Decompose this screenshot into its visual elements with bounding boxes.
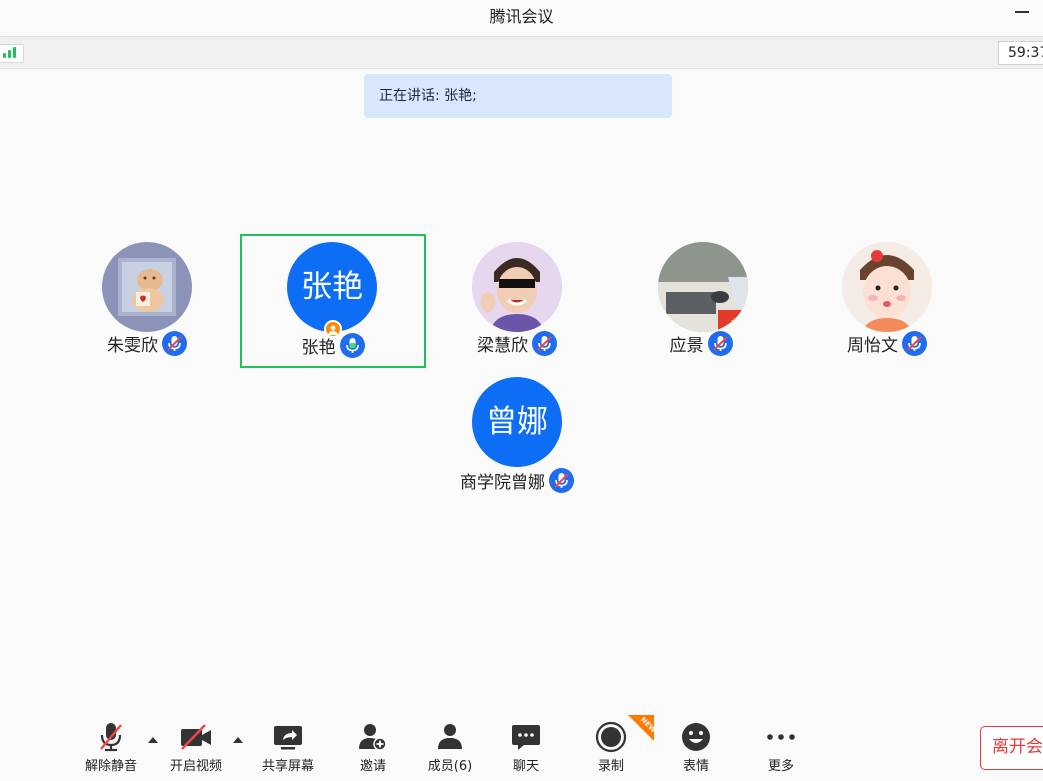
chat-button[interactable]: 聊天 <box>491 721 561 774</box>
muted-microphone-icon <box>76 721 146 753</box>
share-screen-label: 共享屏幕 <box>261 759 314 774</box>
participant-name: 商学院曾娜 <box>460 473 545 493</box>
meeting-window: 腾讯会议 59:37 正在讲话: 张艳; 朱雯欣 <box>0 0 1043 781</box>
baby-photo-icon <box>842 242 932 332</box>
invite-button[interactable]: 邀请 <box>338 721 408 774</box>
participant-tile[interactable]: 朱雯欣 <box>54 235 240 369</box>
network-signal-icon[interactable] <box>0 44 24 63</box>
participant-name: 应景 <box>669 336 704 356</box>
audio-options-caret[interactable] <box>147 735 159 745</box>
participant-name: 张艳 <box>301 338 336 358</box>
desk-photo-icon: ★ <box>658 242 748 332</box>
speaking-banner: 正在讲话: 张艳; <box>364 74 672 118</box>
participant-name-row: 朱雯欣 <box>54 331 240 356</box>
muted-mic-icon[interactable] <box>549 468 574 493</box>
letter-avatar: 曾娜 <box>472 377 562 467</box>
more-dots-icon <box>746 721 816 753</box>
participant-name: 朱雯欣 <box>107 336 158 356</box>
unmute-button[interactable]: 解除静音 <box>76 721 146 774</box>
chat-icon <box>491 721 561 753</box>
participant-name-row: 商学院曾娜 <box>424 468 610 493</box>
more-label: 更多 <box>767 759 794 774</box>
members-button[interactable]: 成员(6) <box>415 721 485 774</box>
reactions-button[interactable]: 表情 <box>661 721 731 774</box>
muted-mic-icon[interactable] <box>902 331 927 356</box>
minimize-button[interactable] <box>1013 2 1031 20</box>
participant-tile[interactable]: ★ 应景 <box>608 235 794 369</box>
meeting-timer: 59:37 <box>998 41 1043 65</box>
participant-name-row: 张艳 <box>242 333 424 358</box>
participant-tile[interactable]: 曾娜 商学院曾娜 <box>424 370 610 504</box>
muted-mic-icon[interactable] <box>532 331 557 356</box>
participant-tile[interactable]: 周怡文 <box>794 235 980 369</box>
person-sunglasses-photo-icon <box>472 242 562 332</box>
participant-name-row: 梁慧欣 <box>424 331 610 356</box>
add-user-icon <box>338 721 408 753</box>
reactions-label: 表情 <box>682 759 709 774</box>
new-badge-text: NEW <box>638 715 654 735</box>
active-mic-icon[interactable] <box>339 333 365 358</box>
participant-name-row: 应景 <box>608 331 794 356</box>
muted-mic-icon[interactable] <box>162 331 187 356</box>
start-video-label: 开启视频 <box>169 759 222 774</box>
video-options-caret[interactable] <box>232 735 244 745</box>
info-bar: 59:37 <box>0 36 1043 69</box>
participant-tile-active-speaker[interactable]: 张艳 张艳 <box>240 234 426 368</box>
chat-label: 聊天 <box>512 759 539 774</box>
window-title: 腾讯会议 <box>489 7 554 26</box>
record-label: 录制 <box>597 759 624 774</box>
video-off-icon <box>161 721 231 753</box>
muted-mic-icon[interactable] <box>707 331 733 356</box>
title-bar: 腾讯会议 <box>0 0 1043 36</box>
participant-tile[interactable]: 梁慧欣 <box>424 235 610 369</box>
sticker-photo-icon <box>102 242 192 332</box>
share-screen-button[interactable]: 共享屏幕 <box>253 721 323 774</box>
letter-avatar: 张艳 <box>287 242 377 332</box>
invite-label: 邀请 <box>359 759 386 774</box>
svg-text:★: ★ <box>730 317 738 327</box>
more-button[interactable]: 更多 <box>746 721 816 774</box>
participant-name: 周怡文 <box>847 336 898 356</box>
unmute-label: 解除静音 <box>84 759 137 774</box>
share-screen-icon <box>253 721 323 753</box>
meeting-toolbar: 解除静音 开启视频 共享屏幕 邀请 成员(6) 聊天 录制 NEW 表情 更多 <box>0 709 1043 781</box>
members-label: 成员(6) <box>427 759 473 774</box>
leave-meeting-button[interactable]: 离开会议 <box>980 726 1043 770</box>
emoji-icon <box>661 721 731 753</box>
participant-name-row: 周怡文 <box>794 331 980 356</box>
participant-name: 梁慧欣 <box>477 336 528 356</box>
members-icon <box>415 721 485 753</box>
start-video-button[interactable]: 开启视频 <box>161 721 231 774</box>
new-badge: NEW <box>628 715 654 741</box>
